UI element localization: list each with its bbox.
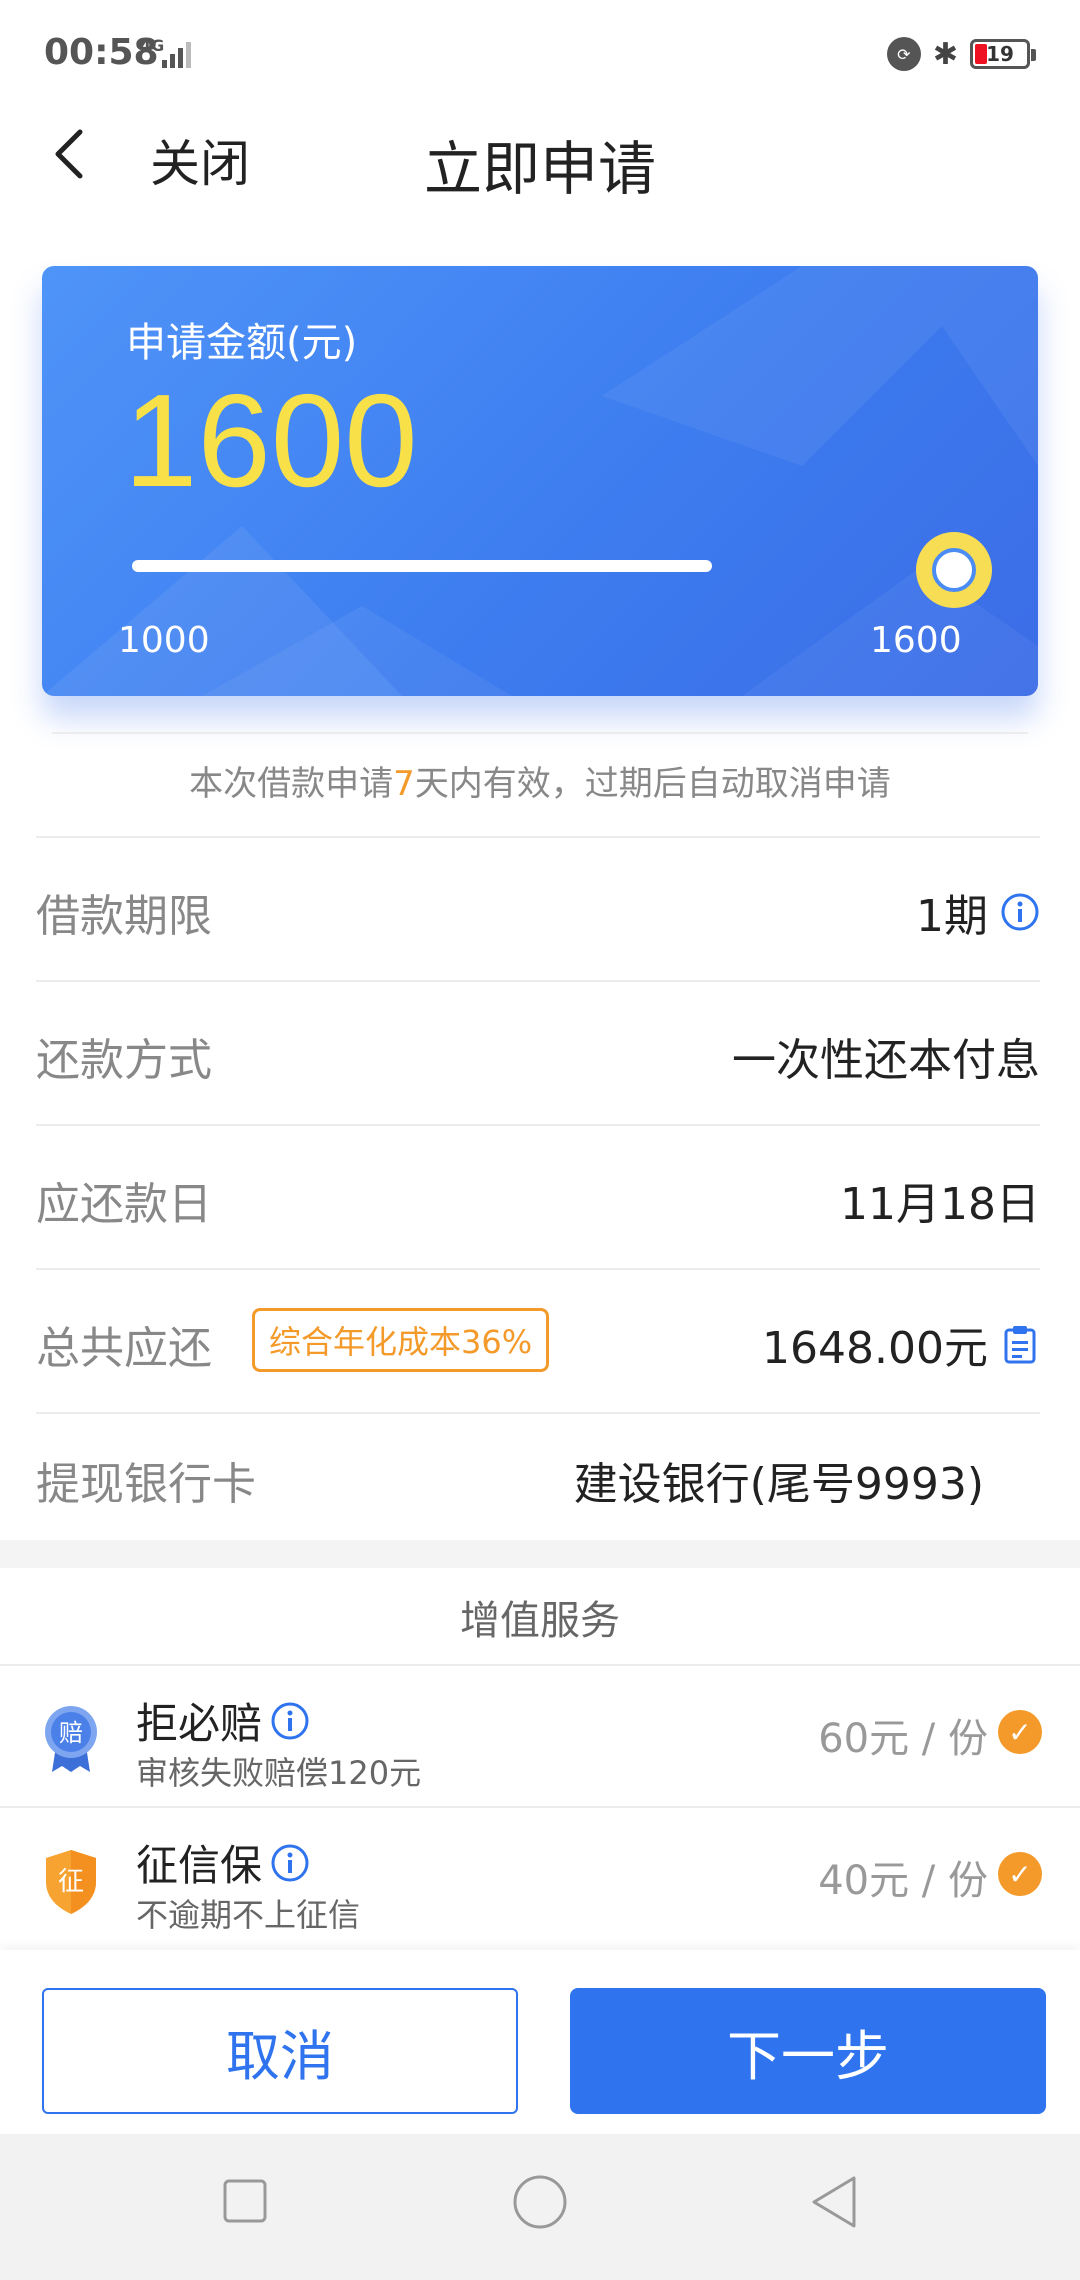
repayment-method-value: 一次性还本付息 xyxy=(732,1035,1040,1086)
status-bar: 00:58 4G ⟳ ✱ 19 xyxy=(0,0,1080,110)
row-value-wrap: 1648.00元 xyxy=(762,1312,1040,1376)
clipboard-icon[interactable] xyxy=(1000,1324,1040,1364)
row-total-due: 总共应还 综合年化成本36% 1648.00元 xyxy=(36,1268,1040,1412)
service-name-wrap: 征信保 xyxy=(136,1832,310,1893)
page-title: 立即申请 xyxy=(423,135,656,203)
info-icon[interactable] xyxy=(270,1701,310,1741)
row-label: 还款方式 xyxy=(36,1035,212,1086)
check-icon[interactable]: ✓ xyxy=(998,1710,1042,1754)
slider-max-label: 1600 xyxy=(870,620,962,661)
row-loan-term: 借款期限 1期 xyxy=(36,836,1040,980)
battery-icon: 19 xyxy=(970,39,1036,69)
amount-slider-track[interactable] xyxy=(132,560,712,572)
medal-icon-char: 赔 xyxy=(59,1719,83,1747)
info-icon[interactable] xyxy=(270,1843,310,1883)
amount-label: 申请金额(元) xyxy=(126,320,358,366)
amount-slider-thumb[interactable] xyxy=(916,532,992,608)
divider xyxy=(52,732,1028,734)
due-date-value: 11月18日 xyxy=(840,1179,1040,1230)
service-item-credit-protect[interactable]: 征 征信保 不逾期不上征信 40元 / 份 ✓ xyxy=(0,1808,1080,1948)
service-price: 60元 / 份 xyxy=(818,1716,988,1762)
shield-icon-char: 征 xyxy=(58,1867,84,1897)
row-due-date: 应还款日 11月18日 xyxy=(36,1124,1040,1268)
shield-icon: 征 xyxy=(46,1850,96,1914)
next-step-button[interactable]: 下一步 xyxy=(570,1988,1046,2114)
medal-icon: 赔 xyxy=(45,1706,97,1772)
row-repayment-method: 还款方式 一次性还本付息 xyxy=(36,980,1040,1124)
service-price: 40元 / 份 xyxy=(818,1858,988,1904)
vas-section-title: 增值服务 xyxy=(460,1598,620,1644)
total-due-value: 1648.00元 xyxy=(762,1323,988,1374)
service-desc: 审核失败赔偿120元 xyxy=(136,1754,422,1792)
row-value-wrap: 1期 xyxy=(916,880,1040,944)
amount-card: 申请金额(元) 1600 1000 1600 xyxy=(42,266,1038,696)
row-label: 提现银行卡 xyxy=(36,1459,256,1510)
cancel-button[interactable]: 取消 xyxy=(42,1988,518,2114)
service-name: 拒必赔 xyxy=(136,1699,263,1748)
row-label: 应还款日 xyxy=(36,1179,212,1230)
loan-term-value: 1期 xyxy=(916,891,988,942)
recents-icon[interactable] xyxy=(222,2178,268,2224)
notice-days: 7 xyxy=(393,764,415,804)
back-icon[interactable] xyxy=(808,2174,860,2230)
rotation-lock-icon: ⟳ xyxy=(886,37,921,71)
signal-icon xyxy=(162,42,191,68)
annual-cost-tag: 综合年化成本36% xyxy=(252,1308,550,1372)
bank-card-value: 建设银行(尾号9993) xyxy=(573,1459,984,1510)
row-label: 借款期限 xyxy=(36,891,212,942)
notice-suffix: 天内有效，过期后自动取消申请 xyxy=(414,764,891,804)
service-name: 征信保 xyxy=(136,1841,263,1890)
service-name-wrap: 拒必赔 xyxy=(136,1690,310,1751)
bluetooth-icon: ✱ xyxy=(932,36,958,72)
row-bank-card[interactable]: 提现银行卡 建设银行(尾号9993) xyxy=(36,1412,1040,1540)
home-icon[interactable] xyxy=(512,2174,568,2230)
service-desc: 不逾期不上征信 xyxy=(136,1896,361,1934)
service-item-claim-guarantee[interactable]: 赔 拒必赔 审核失败赔偿120元 60元 / 份 ✓ xyxy=(0,1666,1080,1806)
check-icon[interactable]: ✓ xyxy=(998,1852,1042,1896)
system-nav-bar xyxy=(0,2134,1080,2280)
section-gap xyxy=(0,1540,1080,1568)
row-label: 总共应还 xyxy=(36,1323,212,1374)
info-icon[interactable] xyxy=(1000,892,1040,932)
battery-level: 19 xyxy=(986,42,1014,66)
notice-prefix: 本次借款申请 xyxy=(189,764,394,804)
status-icons: ⟳ ✱ 19 xyxy=(886,32,1036,76)
slider-min-label: 1000 xyxy=(118,620,210,661)
amount-value: 1600 xyxy=(124,367,418,514)
validity-notice: 本次借款申请7天内有效，过期后自动取消申请 xyxy=(0,756,1080,805)
